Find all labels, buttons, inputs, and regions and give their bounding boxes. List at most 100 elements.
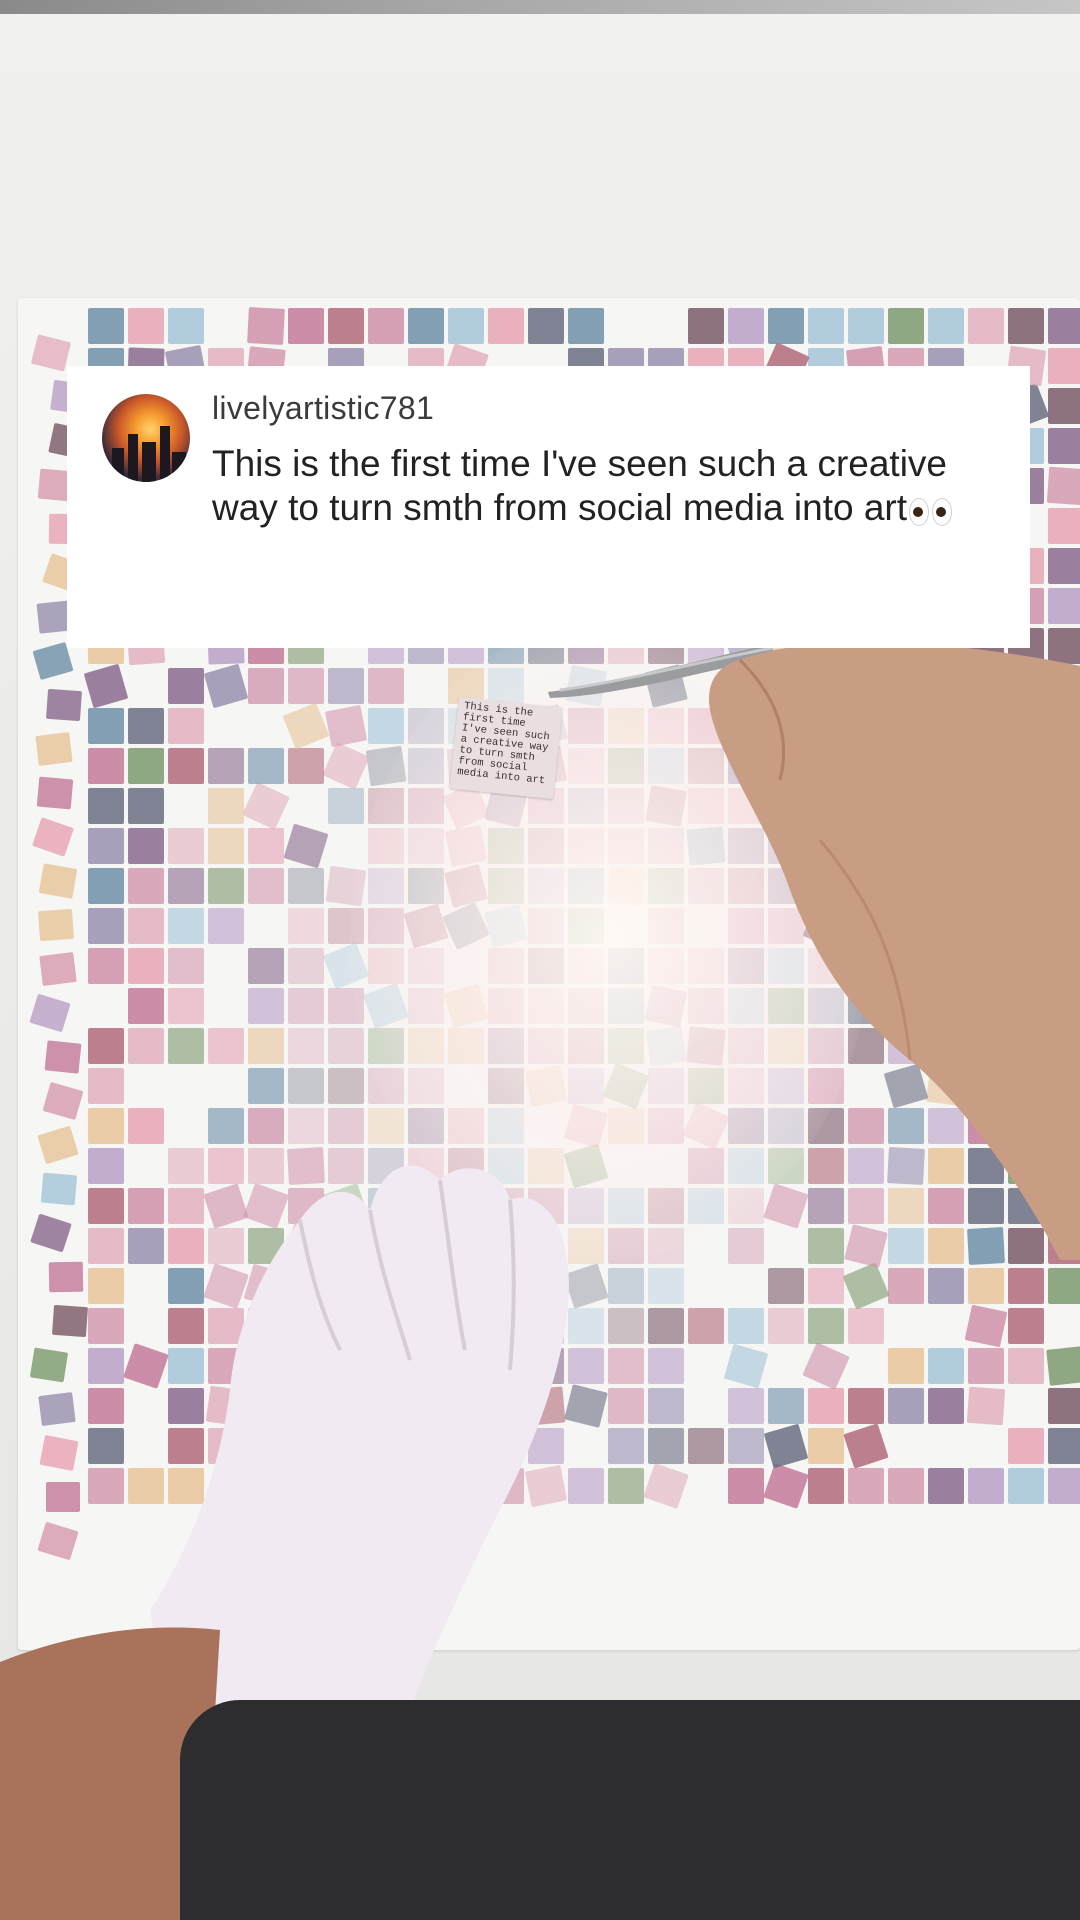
mosaic-tile	[37, 908, 75, 942]
mosaic-tile	[88, 308, 124, 344]
mosaic-tile	[168, 668, 204, 704]
mosaic-tile	[128, 948, 164, 984]
mosaic-tile	[1048, 548, 1080, 584]
mosaic-tile	[248, 668, 284, 704]
mosaic-tile	[888, 1268, 924, 1304]
mosaic-tile	[46, 1482, 80, 1512]
mosaic-tile	[88, 828, 124, 864]
mosaic-tile	[728, 308, 764, 344]
mosaic-tile	[848, 308, 884, 344]
mosaic-tile	[208, 908, 244, 944]
mosaic-tile	[203, 663, 249, 709]
mosaic-tile	[802, 1342, 850, 1390]
mosaic-tile	[37, 1521, 79, 1561]
mosaic-tile	[88, 788, 124, 824]
mosaic-tile	[368, 668, 404, 704]
mosaic-tile	[88, 1068, 124, 1104]
mosaic-tile	[608, 1428, 644, 1464]
mosaic-tile	[168, 908, 204, 944]
mosaic-tile	[1048, 588, 1080, 624]
table-edge	[0, 0, 1080, 14]
mosaic-tile	[128, 828, 164, 864]
mosaic-tile	[808, 308, 844, 344]
mosaic-tile	[966, 1386, 1006, 1426]
mosaic-tile	[648, 1428, 684, 1464]
mosaic-tile	[1048, 1468, 1080, 1504]
mosaic-tile	[688, 1308, 724, 1344]
mosaic-tile	[168, 988, 204, 1024]
mosaic-tile	[728, 1428, 764, 1464]
mosaic-tile	[88, 748, 124, 784]
mosaic-tile	[728, 1468, 764, 1504]
mosaic-tile	[608, 1348, 644, 1384]
mosaic-tile	[728, 1388, 764, 1424]
mosaic-tile	[128, 708, 164, 744]
mosaic-tile	[40, 1172, 78, 1206]
mosaic-tile	[248, 748, 284, 784]
mosaic-tile	[128, 308, 164, 344]
mosaic-tile	[1008, 1308, 1044, 1344]
mosaic-tile	[848, 1468, 884, 1504]
mosaic-tile	[288, 748, 324, 784]
mosaic-tile	[288, 868, 324, 904]
mosaic-tile	[168, 868, 204, 904]
mosaic-tile	[648, 1268, 684, 1304]
mosaic-tile	[37, 1125, 79, 1165]
mosaic-tile	[728, 1308, 764, 1344]
avatar[interactable]	[102, 394, 190, 482]
mosaic-tile	[688, 308, 724, 344]
comment-text: This is the first time I've seen such a …	[212, 443, 948, 528]
mosaic-tile	[368, 308, 404, 344]
mosaic-tile	[1046, 466, 1080, 506]
mosaic-tile	[1008, 1348, 1044, 1384]
mosaic-tile	[968, 1268, 1004, 1304]
mosaic-tile	[208, 828, 244, 864]
mosaic-tile	[763, 1423, 809, 1469]
comment-username[interactable]: livelyartistic781	[212, 390, 434, 427]
mosaic-tile	[328, 668, 364, 704]
mosaic-tile	[208, 868, 244, 904]
mosaic-tile	[328, 1068, 364, 1104]
mosaic-tile	[208, 1028, 244, 1064]
mosaic-tile	[488, 308, 524, 344]
mosaic-tile	[368, 708, 404, 744]
mosaic-tile	[248, 868, 284, 904]
mosaic-tile	[968, 308, 1004, 344]
mosaic-tile	[408, 308, 444, 344]
mosaic-tile	[242, 782, 290, 830]
mosaic-tile	[888, 1388, 924, 1424]
mosaic-tile	[1048, 388, 1080, 424]
mosaic-tile	[168, 948, 204, 984]
mosaic-tile	[29, 1347, 69, 1383]
mosaic-tile	[1048, 428, 1080, 464]
mosaic-tile	[688, 1428, 724, 1464]
mosaic-tile	[648, 1348, 684, 1384]
comment-overlay[interactable]: livelyartistic781 This is the first time…	[67, 366, 1030, 648]
mosaic-tile	[128, 788, 164, 824]
mosaic-tile	[928, 1348, 964, 1384]
mosaic-tile	[848, 1388, 884, 1424]
mosaic-tile	[608, 1388, 644, 1424]
mosaic-tile	[928, 308, 964, 344]
mosaic-tile	[808, 1268, 844, 1304]
mosaic-tile	[248, 948, 284, 984]
mosaic-tile	[448, 308, 484, 344]
mosaic-tile	[1048, 1428, 1080, 1464]
mosaic-tile	[324, 704, 368, 748]
mosaic-tile	[247, 307, 285, 345]
mosaic-tile	[808, 1428, 844, 1464]
mosaic-tile	[288, 308, 324, 344]
mosaic-tile	[648, 1388, 684, 1424]
mosaic-tile	[608, 1268, 644, 1304]
mosaic-tile	[1046, 1346, 1080, 1386]
mosaic-tile	[29, 993, 71, 1033]
mosaic-tile	[288, 1068, 324, 1104]
eyes-emoji-icon	[909, 488, 955, 532]
mosaic-tile	[128, 988, 164, 1024]
mosaic-tile	[843, 1423, 889, 1469]
mosaic-tile	[128, 908, 164, 944]
mosaic-tile	[283, 823, 329, 869]
mosaic-tile	[1008, 1268, 1044, 1304]
mosaic-tile	[964, 1304, 1008, 1348]
mosaic-tile	[36, 776, 74, 810]
